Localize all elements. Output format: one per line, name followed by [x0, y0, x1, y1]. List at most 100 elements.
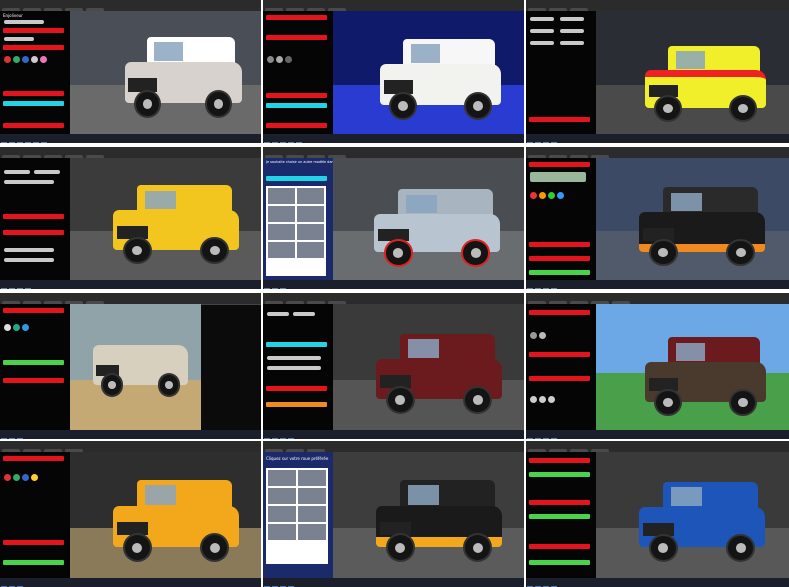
color-swatch[interactable]	[40, 56, 47, 63]
car-model[interactable]	[373, 31, 508, 126]
color-swatch[interactable]	[22, 474, 29, 481]
color-swatch[interactable]	[4, 56, 11, 63]
section-header[interactable]	[3, 101, 64, 106]
car-model[interactable]	[638, 39, 773, 127]
car-render-scene[interactable]	[70, 11, 261, 134]
part-thumb[interactable]	[4, 20, 44, 24]
section-header[interactable]	[529, 352, 590, 357]
section-header[interactable]	[529, 256, 590, 261]
section-header[interactable]	[266, 402, 327, 407]
section-header[interactable]	[3, 308, 64, 313]
section-header[interactable]	[3, 28, 64, 33]
section-header[interactable]	[3, 91, 64, 96]
color-swatch[interactable]	[4, 474, 11, 481]
part-thumb[interactable]	[560, 41, 584, 45]
part-thumb[interactable]	[267, 356, 321, 360]
section-header[interactable]	[529, 270, 590, 275]
part-thumb[interactable]	[267, 312, 289, 316]
part-thumb[interactable]	[4, 37, 34, 41]
section-header[interactable]	[529, 310, 590, 315]
wheel-grid[interactable]	[266, 186, 326, 276]
car-model[interactable]	[118, 29, 248, 124]
car-render-scene[interactable]	[333, 11, 524, 134]
part-thumb[interactable]	[4, 258, 54, 262]
section-header[interactable]	[529, 560, 590, 565]
car-render-scene[interactable]	[596, 158, 789, 280]
color-swatch[interactable]	[13, 324, 20, 331]
section-header[interactable]	[266, 15, 327, 20]
section-header[interactable]	[529, 514, 590, 519]
car-model[interactable]	[638, 330, 773, 422]
section-header[interactable]	[3, 360, 64, 365]
car-render-scene[interactable]	[596, 452, 789, 578]
car-render-scene[interactable]	[70, 304, 201, 430]
section-header[interactable]	[266, 35, 327, 40]
section-header[interactable]	[3, 560, 64, 565]
section-header[interactable]	[266, 103, 327, 108]
car-model[interactable]	[106, 178, 246, 270]
color-swatch[interactable]	[22, 324, 29, 331]
car-render-scene[interactable]	[596, 11, 789, 134]
color-swatch[interactable]	[539, 396, 546, 403]
car-model[interactable]	[632, 474, 772, 568]
section-header[interactable]	[529, 472, 590, 477]
part-thumb[interactable]	[267, 366, 321, 370]
part-thumb[interactable]	[4, 170, 30, 174]
color-swatch[interactable]	[539, 192, 546, 199]
section-header[interactable]	[529, 500, 590, 505]
car-model[interactable]	[106, 472, 246, 568]
part-thumb[interactable]	[293, 312, 315, 316]
car-render-scene[interactable]	[333, 452, 524, 578]
section-header[interactable]	[266, 386, 327, 391]
part-thumb[interactable]	[560, 17, 584, 21]
color-swatch[interactable]	[285, 56, 292, 63]
car-model[interactable]	[88, 326, 193, 401]
car-render-scene[interactable]	[596, 304, 789, 430]
part-thumb[interactable]	[530, 172, 586, 182]
color-swatch[interactable]	[22, 56, 29, 63]
color-swatch[interactable]	[548, 396, 555, 403]
section-header[interactable]	[266, 342, 327, 347]
section-header[interactable]	[529, 117, 590, 122]
color-swatch[interactable]	[530, 396, 537, 403]
car-render-scene[interactable]	[333, 158, 524, 280]
section-header[interactable]	[3, 540, 64, 545]
section-header[interactable]	[3, 123, 64, 128]
color-swatch[interactable]	[31, 474, 38, 481]
part-thumb[interactable]	[560, 29, 584, 33]
color-swatch[interactable]	[13, 56, 20, 63]
color-swatch[interactable]	[539, 332, 546, 339]
color-swatch[interactable]	[530, 192, 537, 199]
section-header[interactable]	[529, 376, 590, 381]
color-swatch[interactable]	[557, 192, 564, 199]
color-swatch[interactable]	[548, 192, 555, 199]
car-model[interactable]	[369, 472, 509, 568]
car-render-scene[interactable]	[70, 452, 261, 578]
part-thumb[interactable]	[4, 180, 54, 184]
car-render-scene[interactable]	[70, 158, 261, 280]
section-header[interactable]	[266, 123, 327, 128]
section-header[interactable]	[266, 176, 327, 181]
car-model[interactable]	[369, 326, 509, 420]
section-header[interactable]	[266, 93, 327, 98]
section-header[interactable]	[529, 458, 590, 463]
part-thumb[interactable]	[34, 170, 60, 174]
part-thumb[interactable]	[4, 248, 54, 252]
section-header[interactable]	[3, 45, 64, 50]
color-swatch[interactable]	[276, 56, 283, 63]
color-swatch[interactable]	[267, 56, 274, 63]
section-header[interactable]	[529, 544, 590, 549]
color-swatch[interactable]	[13, 474, 20, 481]
car-model[interactable]	[632, 180, 772, 272]
color-swatch[interactable]	[31, 56, 38, 63]
part-thumb[interactable]	[530, 41, 554, 45]
part-thumb[interactable]	[530, 17, 554, 21]
car-model[interactable]	[367, 182, 507, 272]
color-swatch[interactable]	[4, 324, 11, 331]
section-header[interactable]	[529, 162, 590, 167]
section-header[interactable]	[3, 230, 64, 235]
section-header[interactable]	[3, 378, 64, 383]
section-header[interactable]	[3, 214, 64, 219]
car-render-scene[interactable]	[333, 304, 524, 430]
section-header[interactable]	[3, 456, 64, 461]
